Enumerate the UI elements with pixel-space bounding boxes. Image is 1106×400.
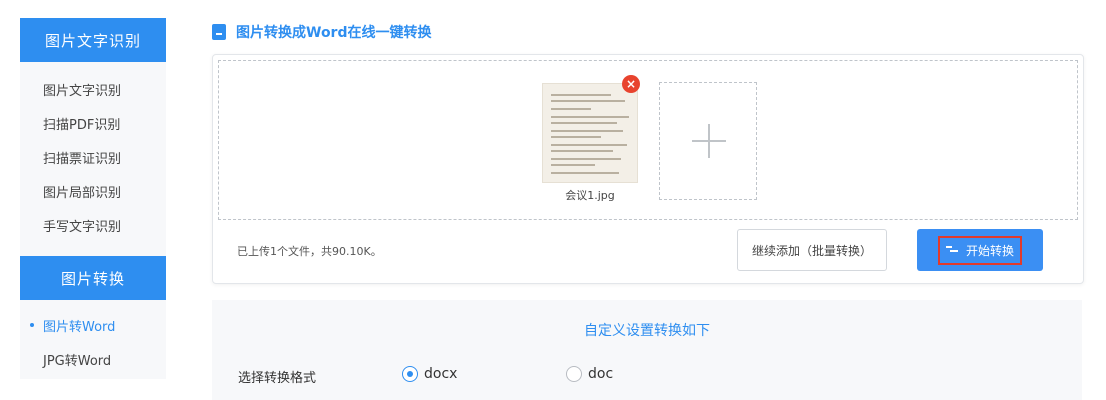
start-convert-label: 开始转换 — [965, 243, 1014, 258]
upload-card: × 会议1.jpg 已上传1个文件，共90.10K。 继续添加（批量转换） 开始… — [212, 54, 1084, 284]
file-thumbnail — [542, 83, 638, 183]
upload-status: 已上传1个文件，共90.10K。 — [237, 245, 382, 258]
radio-unchecked-icon — [566, 366, 582, 382]
convert-icon — [945, 244, 958, 256]
sidebar-item-scan-pdf[interactable]: 扫描PDF识别 — [20, 106, 166, 140]
radio-doc[interactable]: doc — [566, 366, 613, 382]
start-convert-highlight: 开始转换 — [937, 235, 1022, 265]
file-name: 会议1.jpg — [565, 189, 615, 202]
settings-title: 自定义设置转换如下 — [584, 323, 710, 339]
page-title-row: 图片转换成Word在线一键转换 — [212, 22, 432, 42]
radio-docx[interactable]: docx — [402, 366, 457, 382]
settings-panel: 自定义设置转换如下 选择转换格式 docx doc — [212, 300, 1082, 400]
sidebar-item-jpg-to-word[interactable]: JPG转Word — [20, 342, 166, 376]
sidebar: 图片文字识别 图片文字识别 扫描PDF识别 扫描票证识别 图片局部识别 手写文字… — [20, 18, 166, 379]
radio-docx-label: docx — [424, 366, 458, 382]
sidebar-item-scan-ticket[interactable]: 扫描票证识别 — [20, 140, 166, 174]
sidebar-item-image-to-word[interactable]: 图片转Word — [20, 308, 166, 342]
sidebar-item-partial[interactable]: 图片局部识别 — [20, 174, 166, 208]
sidebar-item-handwriting[interactable]: 手写文字识别 — [20, 208, 166, 242]
format-label: 选择转换格式 — [238, 371, 317, 386]
start-convert-button[interactable]: 开始转换 — [917, 229, 1043, 271]
continue-add-button[interactable]: 继续添加（批量转换） — [737, 229, 887, 271]
add-file-button[interactable] — [659, 82, 757, 200]
sidebar-section-title-convert[interactable]: 图片转换 — [20, 256, 166, 300]
drop-zone[interactable]: × 会议1.jpg — [218, 60, 1078, 220]
sidebar-item-image-text[interactable]: 图片文字识别 — [20, 72, 166, 106]
page-title: 图片转换成Word在线一键转换 — [236, 25, 432, 41]
radio-doc-label: doc — [588, 366, 614, 382]
radio-checked-icon — [402, 366, 418, 382]
close-icon[interactable]: × — [622, 75, 640, 93]
document-icon — [212, 24, 226, 40]
sidebar-section-title-ocr[interactable]: 图片文字识别 — [20, 18, 166, 62]
active-dot-icon — [30, 323, 34, 327]
sidebar-item-label: 图片转Word — [43, 319, 116, 335]
